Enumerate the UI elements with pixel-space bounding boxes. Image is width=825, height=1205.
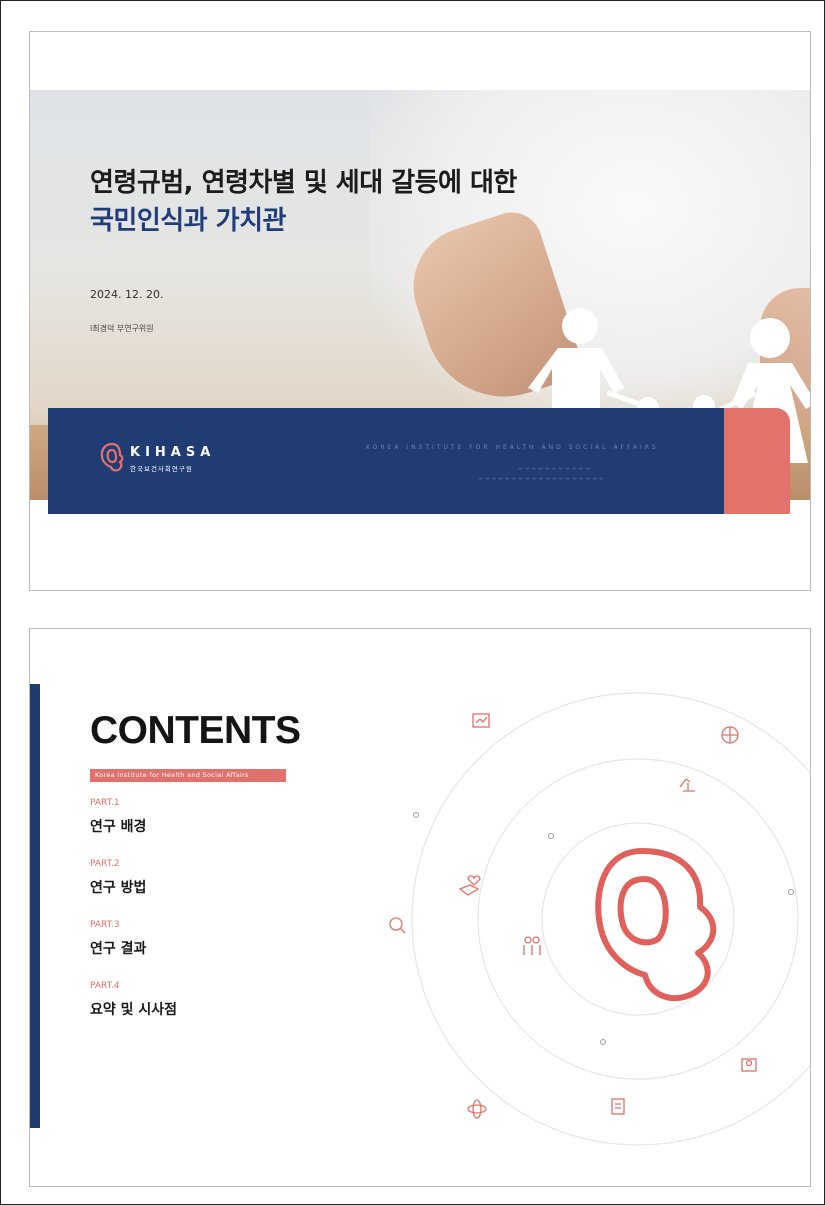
contents-heading: CONTENTS: [90, 709, 301, 752]
footer-coral-accent: [724, 408, 790, 514]
institute-english-name: KOREA INSTITUTE FOR HEALTH AND SOCIAL AF…: [366, 444, 659, 451]
orbit-diagram: [389, 692, 810, 1146]
title-slide: 연령규범, 연령차별 및 세대 갈등에 대한 국민인식과 가치관 2024. 1…: [29, 31, 811, 591]
part-label: PART.3: [90, 920, 120, 930]
hand-heart-icon: [458, 875, 481, 896]
kihasa-logo-icon: [100, 442, 124, 472]
logo-wordmark: KIHASA: [130, 445, 216, 460]
part-title: 연구 결과: [90, 941, 147, 957]
part-label: PART.2: [90, 859, 120, 869]
presenter-name: l최경덕 부연구위원: [90, 324, 154, 333]
contents-subheading: Korea Institute for Health and Social Af…: [90, 769, 286, 782]
page-frame: 연령규범, 연령차별 및 세대 갈등에 대한 국민인식과 가치관 2024. 1…: [0, 0, 825, 1205]
band-decor-line: ▬▬▬▬▬▬▬▬▬▬▬: [518, 466, 592, 472]
logo-korean-name: 한국보건사회연구원: [130, 465, 193, 473]
contents-slide: CONTENTS Korea Institute for Health and …: [29, 628, 811, 1187]
chart-board-icon: [472, 713, 490, 728]
slide-title-line2: 국민인식과 가치관: [90, 206, 286, 236]
part-label: PART.4: [90, 981, 120, 991]
part-title: 연구 방법: [90, 880, 147, 896]
family-icon: [523, 936, 541, 955]
part-label: PART.1: [90, 798, 120, 808]
search-chart-icon: [389, 917, 406, 934]
part-title: 요약 및 시사점: [90, 1002, 178, 1018]
microscope-icon: [679, 778, 695, 792]
kihasa-symbol-icon: [595, 848, 717, 1002]
clipboard-icon: [611, 1098, 625, 1115]
globe-icon: [721, 726, 739, 744]
people-icon: [741, 1058, 757, 1072]
atom-icon: [467, 1099, 487, 1119]
band-decor-line: ▬▬▬▬▬▬▬▬▬▬▬▬▬▬▬▬▬▬▬: [478, 476, 606, 482]
part-title: 연구 배경: [90, 819, 147, 835]
footer-band: KIHASA 한국보건사회연구원 KOREA INSTITUTE FOR HEA…: [48, 408, 724, 514]
slide-title-line1: 연령규범, 연령차별 및 세대 갈등에 대한: [90, 168, 517, 198]
navy-sidebar-bar: [30, 684, 40, 1128]
presentation-date: 2024. 12. 20.: [90, 288, 164, 301]
